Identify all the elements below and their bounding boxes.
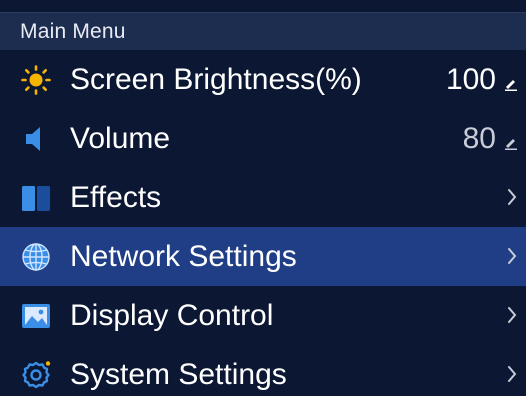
menu-item-system-settings[interactable]: System Settings	[0, 345, 526, 396]
menu-item-label: Display Control	[70, 299, 274, 332]
chevron-right-icon	[506, 188, 518, 206]
menu-header: Main Menu	[0, 12, 526, 50]
menu-item-label: Network Settings	[70, 240, 297, 273]
menu-item-label: Screen Brightness(%)	[70, 63, 362, 96]
edit-icon[interactable]	[504, 136, 518, 150]
image-icon	[20, 301, 52, 331]
chevron-right-icon	[506, 247, 518, 265]
edit-icon[interactable]	[504, 77, 518, 91]
menu-item-label: System Settings	[70, 358, 287, 391]
menu-item-network-settings[interactable]: Network Settings	[0, 227, 526, 286]
brightness-value: 100	[445, 63, 496, 96]
menu-item-effects[interactable]: Effects	[0, 168, 526, 227]
menu-list: Screen Brightness(%) 100 Volume 80 Effec…	[0, 50, 526, 396]
globe-icon	[20, 242, 52, 272]
chevron-right-icon	[506, 365, 518, 383]
chevron-right-icon	[506, 306, 518, 324]
menu-title: Main Menu	[20, 20, 126, 43]
menu-item-label: Effects	[70, 181, 162, 214]
effects-icon	[20, 183, 52, 213]
menu-item-label: Volume	[70, 122, 171, 155]
menu-item-display-control[interactable]: Display Control	[0, 286, 526, 345]
gear-icon	[20, 360, 52, 390]
main-menu-screen: Main Menu Screen Brightness(%) 100 Volum…	[0, 0, 526, 396]
speaker-icon	[20, 124, 52, 154]
menu-item-screen-brightness[interactable]: Screen Brightness(%) 100	[0, 50, 526, 109]
menu-item-volume[interactable]: Volume 80	[0, 109, 526, 168]
sun-icon	[20, 65, 52, 95]
volume-value: 80	[462, 122, 496, 155]
